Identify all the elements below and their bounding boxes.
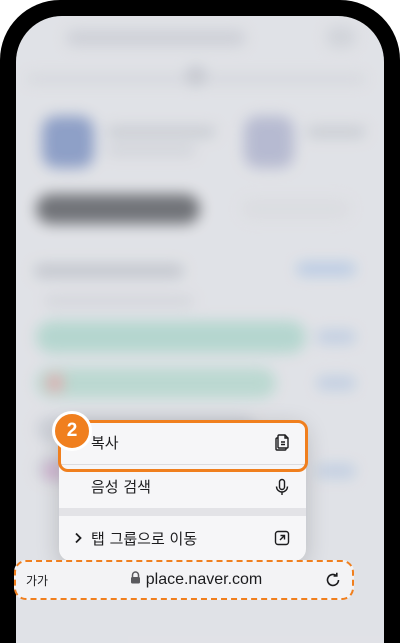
move-to-tab-group-icon (272, 528, 292, 548)
menu-separator (59, 508, 306, 516)
menu-item-copy[interactable]: 복사 (59, 420, 306, 464)
menu-item-move-to-tab-group[interactable]: 탭 그룹으로 이동 (59, 516, 306, 560)
copy-icon (272, 432, 292, 452)
microphone-icon (272, 477, 292, 497)
address-bar[interactable]: 가가 place.naver.com (14, 560, 354, 600)
menu-item-voice-search-label: 음성 검색 (91, 478, 151, 496)
chevron-right-icon (73, 532, 83, 544)
url-text: place.naver.com (145, 571, 263, 588)
menu-item-copy-label: 복사 (91, 433, 119, 452)
context-menu: 복사 음성 검색 탭 그룹으로 이동 (59, 420, 306, 561)
menu-item-move-to-tab-group-label: 탭 그룹으로 이동 (91, 529, 198, 548)
lock-icon (130, 571, 141, 589)
reload-icon[interactable] (318, 571, 342, 589)
step-badge: 2 (52, 411, 92, 451)
text-size-button[interactable]: 가가 (26, 572, 74, 589)
url-field[interactable]: place.naver.com (74, 571, 318, 589)
menu-item-voice-search[interactable]: 음성 검색 (59, 464, 306, 508)
